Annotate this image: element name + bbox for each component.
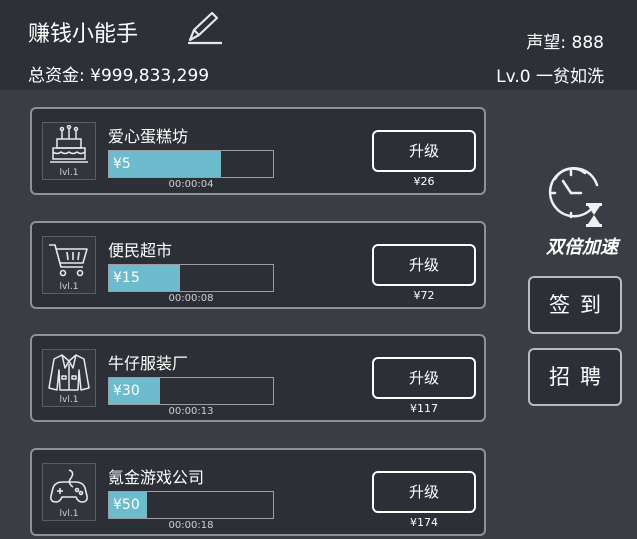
business-card-game-company: lvl.1 氪金游戏公司 ¥50 00:00:18 升级 ¥174	[30, 448, 486, 536]
pencil-icon[interactable]	[184, 10, 224, 46]
business-icon-box: lvl.1	[42, 463, 96, 521]
cake-icon	[50, 125, 88, 163]
income-progress-bar: ¥15	[108, 264, 274, 292]
clock-hourglass-icon[interactable]	[543, 163, 607, 229]
upgrade-button[interactable]: 升级	[372, 244, 476, 286]
upgrade-cost: ¥72	[413, 289, 435, 302]
income-progress-bar: ¥30	[108, 377, 274, 405]
upgrade-button[interactable]: 升级	[372, 357, 476, 399]
business-level: lvl.1	[59, 282, 79, 292]
player-level: Lv.0 一贫如洗	[496, 67, 604, 87]
business-card-clothing: lvl.1 牛仔服装厂 ¥30 00:00:13 升级 ¥117	[30, 334, 486, 422]
cycle-timer: 00:00:08	[168, 293, 214, 304]
upgrade-cost: ¥26	[413, 175, 435, 188]
income-value: ¥50	[113, 497, 140, 513]
income-progress-bar: ¥5	[108, 150, 274, 178]
double-speed-label[interactable]: 双倍加速	[532, 233, 632, 259]
business-level: lvl.1	[59, 395, 79, 405]
business-name: 氪金游戏公司	[108, 468, 205, 487]
business-name: 爱心蛋糕坊	[108, 127, 189, 146]
total-funds: 总资金: ¥999,833,299	[28, 66, 210, 86]
business-name: 牛仔服装厂	[108, 354, 189, 373]
upgrade-button[interactable]: 升级	[372, 130, 476, 172]
header-bar: 赚钱小能手 总资金: ¥999,833,299 声望: 888 Lv.0 一贫如…	[0, 0, 637, 90]
business-icon-box: lvl.1	[42, 236, 96, 294]
gamepad-icon	[50, 469, 88, 503]
business-icon-box: lvl.1	[42, 122, 96, 180]
jacket-icon	[48, 354, 90, 391]
fame-value: 声望: 888	[526, 33, 604, 53]
recruit-button[interactable]: 招聘	[528, 348, 622, 406]
business-name: 便民超市	[108, 241, 173, 260]
business-level: lvl.1	[59, 509, 79, 519]
upgrade-button[interactable]: 升级	[372, 471, 476, 513]
business-icon-box: lvl.1	[42, 349, 96, 407]
cycle-timer: 00:00:13	[168, 406, 214, 417]
income-progress-bar: ¥50	[108, 491, 274, 519]
shopping-cart-icon	[49, 244, 88, 277]
upgrade-cost: ¥117	[410, 402, 438, 415]
business-card-cake: lvl.1 爱心蛋糕坊 ¥5 00:00:04 升级 ¥26	[30, 107, 486, 195]
income-value: ¥5	[113, 156, 131, 172]
income-value: ¥15	[113, 270, 140, 286]
checkin-button[interactable]: 签到	[528, 276, 622, 334]
business-level: lvl.1	[59, 168, 79, 178]
upgrade-cost: ¥174	[410, 516, 438, 529]
cycle-timer: 00:00:18	[168, 520, 214, 531]
cycle-timer: 00:00:04	[168, 179, 214, 190]
income-value: ¥30	[113, 383, 140, 399]
business-card-supermarket: lvl.1 便民超市 ¥15 00:00:08 升级 ¥72	[30, 221, 486, 309]
game-title: 赚钱小能手	[28, 22, 139, 47]
